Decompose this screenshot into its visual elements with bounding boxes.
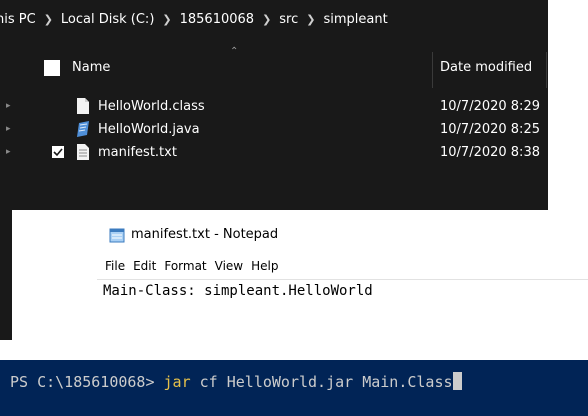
- column-header-name[interactable]: Name: [72, 60, 110, 75]
- text-cursor: [452, 372, 462, 390]
- powershell-prompt: PS C:\185610068>: [10, 373, 164, 391]
- file-list: ▸ HelloWorld.class 10/7/2020 8:29 ▸ Hell…: [0, 96, 548, 165]
- file-explorer-window: his PC ❯ Local Disk (C:) ❯ 185610068 ❯ s…: [0, 0, 548, 210]
- chevron-right-icon: ❯: [43, 12, 53, 26]
- file-icon: [77, 98, 89, 114]
- file-name: manifest.txt: [98, 145, 177, 160]
- file-name: HelloWorld.java: [98, 122, 200, 137]
- menubar-divider: [97, 279, 588, 280]
- chevron-right-icon: ❯: [306, 12, 316, 26]
- menu-help[interactable]: Help: [247, 259, 282, 281]
- file-row-helloworld-class[interactable]: ▸ HelloWorld.class 10/7/2020 8:29: [0, 96, 548, 119]
- file-row-manifest-txt[interactable]: ▸ manifest.txt 10/7/2020 8:38: [0, 142, 548, 165]
- notepad-titlebar[interactable]: manifest.txt - Notepad: [97, 211, 588, 255]
- file-name: HelloWorld.class: [98, 99, 205, 114]
- breadcrumb-simpleant[interactable]: simpleant: [321, 12, 389, 27]
- java-file-icon: [77, 121, 89, 137]
- expand-arrow-icon[interactable]: ▸: [6, 124, 11, 134]
- menu-edit[interactable]: Edit: [129, 259, 160, 281]
- expand-arrow-icon[interactable]: ▸: [6, 101, 11, 111]
- notepad-icon: [109, 228, 125, 243]
- breadcrumb-folder-185610068[interactable]: 185610068: [178, 12, 256, 27]
- menu-format[interactable]: Format: [160, 259, 210, 281]
- breadcrumb-local-disk[interactable]: Local Disk (C:): [59, 12, 156, 27]
- column-header-row: ⌃ Name Date modified: [0, 46, 548, 90]
- file-date-modified: 10/7/2020 8:38: [440, 145, 540, 160]
- file-checkbox-checked[interactable]: [52, 146, 64, 158]
- breadcrumb-src[interactable]: src: [277, 12, 300, 27]
- file-row-helloworld-java[interactable]: ▸ HelloWorld.java 10/7/2020 8:25: [0, 119, 548, 142]
- chevron-right-icon: ❯: [262, 12, 272, 26]
- notepad-window: manifest.txt - Notepad File Edit Format …: [97, 211, 588, 340]
- checkmark-icon: [53, 148, 63, 157]
- column-divider[interactable]: [546, 52, 547, 88]
- file-date-modified: 10/7/2020 8:25: [440, 122, 540, 137]
- address-bar[interactable]: his PC ❯ Local Disk (C:) ❯ 185610068 ❯ s…: [0, 0, 548, 38]
- chevron-right-icon: ❯: [162, 12, 172, 26]
- sort-caret-icon: ⌃: [230, 46, 239, 57]
- notepad-title: manifest.txt - Notepad: [131, 227, 279, 242]
- select-all-checkbox[interactable]: [44, 60, 60, 76]
- column-divider[interactable]: [432, 52, 433, 88]
- powershell-console[interactable]: PS C:\185610068> jar cf HelloWorld.jar M…: [0, 360, 588, 416]
- notepad-menubar: File Edit Format View Help: [97, 259, 588, 281]
- powershell-command: jar: [163, 373, 191, 391]
- breadcrumb-this-pc[interactable]: his PC: [0, 12, 38, 27]
- menu-file[interactable]: File: [97, 259, 129, 281]
- text-file-icon: [77, 144, 89, 160]
- powershell-arguments: cf HelloWorld.jar Main.Class: [190, 373, 453, 391]
- column-header-date-modified[interactable]: Date modified: [440, 60, 532, 75]
- file-date-modified: 10/7/2020 8:29: [440, 99, 540, 114]
- menu-view[interactable]: View: [211, 259, 247, 281]
- expand-arrow-icon[interactable]: ▸: [6, 147, 11, 157]
- notepad-text-area[interactable]: Main-Class: simpleant.HelloWorld: [103, 283, 373, 299]
- powershell-command-line[interactable]: PS C:\185610068> jar cf HelloWorld.jar M…: [10, 372, 462, 391]
